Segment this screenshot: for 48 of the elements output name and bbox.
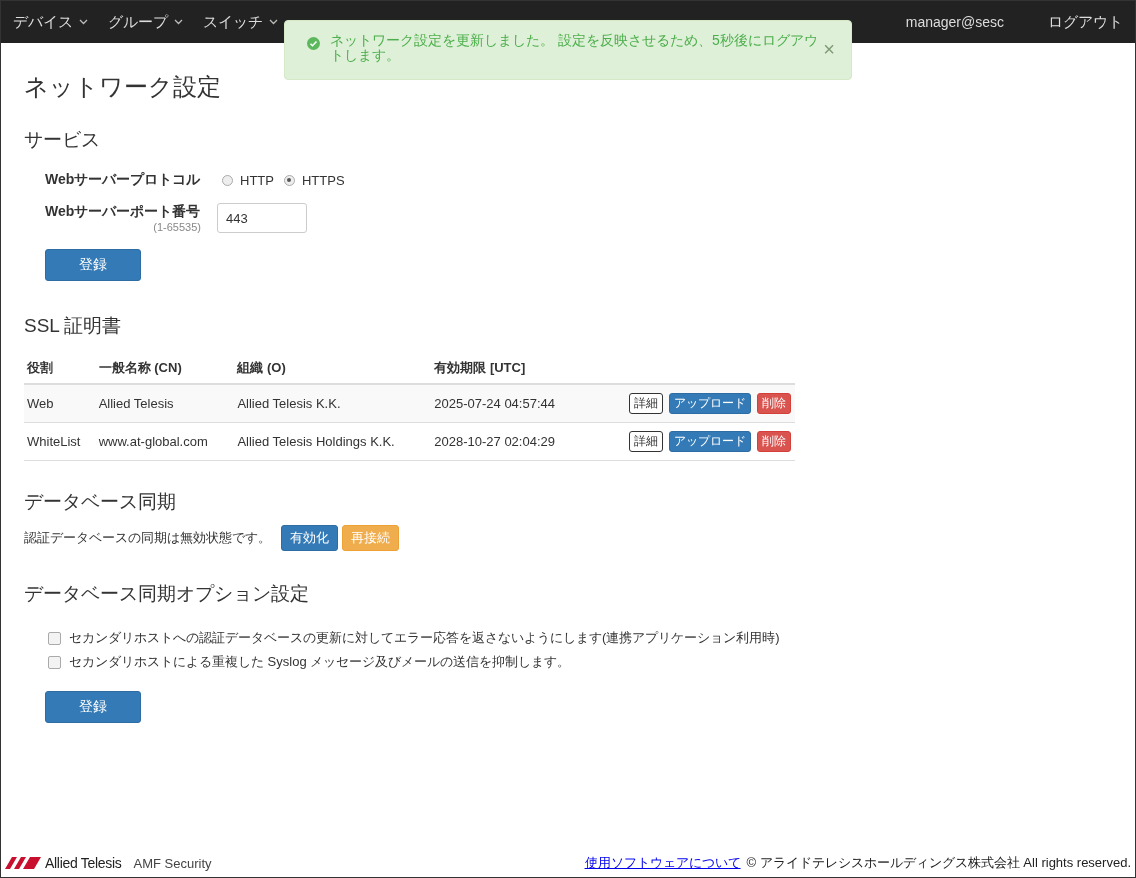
sync-status: 認証データベースの同期は無効状態です。: [24, 529, 271, 547]
field-label: Webサーバープロトコル: [45, 171, 201, 189]
table-cell: www.at-global.com: [95, 422, 235, 461]
field-label: Webサーバーポート番号: [45, 203, 201, 221]
radio-label: HTTP: [240, 172, 274, 188]
table-cell: Allied Telesis: [95, 384, 235, 423]
alert-message: ネットワーク設定を更新しました。 設定を反映させるため、5秒後にログアウトします。: [330, 33, 819, 63]
delete-button[interactable]: 削除: [757, 393, 791, 414]
range-hint: (1-65535): [153, 221, 201, 233]
table-cell: Web: [24, 384, 96, 423]
radio-button[interactable]: [283, 174, 295, 186]
table-cell: Allied Telesis Holdings K.K.: [234, 422, 432, 461]
section-heading: SSL 証明書: [24, 314, 123, 338]
copyright-text: © アライドテレシスホールディングス株式会社 All rights reserved.: [746, 854, 1131, 872]
enable-button[interactable]: 有効化: [281, 525, 338, 551]
nav-menu-item[interactable]: スイッチ: [203, 12, 278, 32]
detail-button[interactable]: 詳細: [629, 393, 663, 414]
check-circle-icon: [307, 37, 320, 50]
register-button[interactable]: 登録: [45, 691, 141, 723]
radio-label: HTTPS: [301, 172, 345, 188]
product-name: AMF Security: [133, 855, 212, 871]
logout-link[interactable]: ログアウト: [1048, 12, 1123, 32]
logo-icon: [5, 857, 41, 869]
port-input[interactable]: 443: [217, 203, 307, 233]
section-heading: データベース同期オプション設定: [24, 582, 310, 606]
table-cell: Allied Telesis K.K.: [234, 384, 432, 423]
table-cell: 2025-07-24 04:57:44: [431, 384, 584, 423]
table-cell: 2028-10-27 02:04:29: [431, 422, 584, 461]
upload-button[interactable]: アップロード: [669, 431, 751, 452]
software-link[interactable]: 使用ソフトウェアについて: [584, 854, 741, 872]
nav-menu-item[interactable]: デバイス: [13, 12, 88, 32]
detail-button[interactable]: 詳細: [629, 431, 663, 452]
radio-button[interactable]: [222, 174, 233, 186]
checkbox-label: セカンダリホストへの認証データベースの更新に対してエラー応答を返さないようにします(連携アプリケーション利用時): [69, 629, 780, 647]
checkbox[interactable]: [48, 655, 61, 669]
register-button[interactable]: 登録: [45, 249, 141, 281]
upload-button[interactable]: アップロード: [669, 393, 751, 414]
nav-menu-item[interactable]: グループ: [108, 12, 183, 32]
checkbox[interactable]: [48, 631, 61, 645]
section-heading: データベース同期: [24, 490, 177, 514]
user-name: manager@sesc: [905, 14, 1004, 30]
delete-button[interactable]: 削除: [757, 431, 791, 452]
section-heading: サービス: [24, 128, 101, 152]
table-cell: WhiteList: [24, 422, 96, 461]
close-button[interactable]: ×: [823, 39, 835, 59]
brand-name: Allied Telesis: [45, 855, 122, 871]
checkbox-label: セカンダリホストによる重複した Syslog メッセージ及びメールの送信を抑制します。: [69, 653, 571, 671]
page-title: ネットワーク設定: [24, 72, 222, 102]
